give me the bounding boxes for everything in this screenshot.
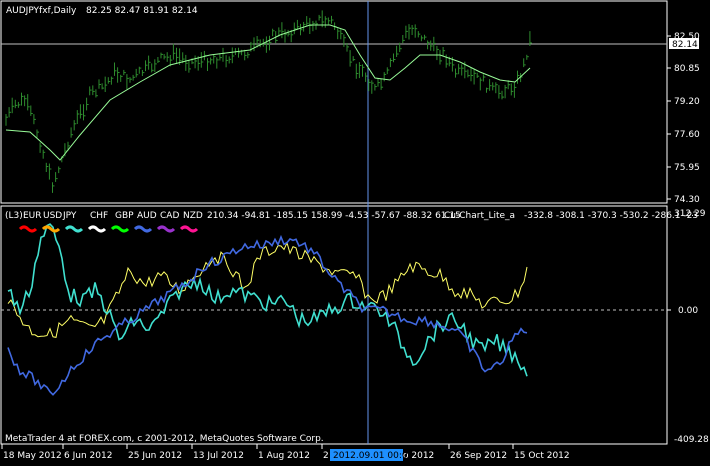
price-y-tick: 80.85 (674, 64, 700, 74)
price-panel-frame (0, 0, 668, 204)
x-tick-label: 6 Jun 2012 (64, 451, 112, 461)
legend-label-chf: CHF (90, 211, 108, 221)
legend-label-nzd: NZD (183, 211, 203, 221)
price-header-ohlc: 82.25 82.47 81.91 82.14 (86, 6, 198, 16)
price-y-axis: 82.50 80.85 79.20 77.60 75.95 74.30 (667, 32, 700, 205)
current-price-label: 82.14 (672, 40, 698, 50)
indicator-header-values: 210.34 -94.81 -185.15 158.99 -4.53 -57.6… (207, 211, 461, 221)
x-tick-label: 1 Aug 2012 (258, 451, 310, 461)
x-tick-label: 25 Jun 2012 (128, 451, 182, 461)
legend-swatch-nzd (179, 225, 199, 233)
indicator-header-values-2: -332.8 -308.1 -370.3 -530.2 -286.1 -23 (524, 211, 698, 221)
legend-label-eur: EUR (23, 211, 42, 221)
legend-swatch-jpy (64, 225, 84, 233)
indicator-y-axis: 312.29 0.00 -409.28 (667, 209, 709, 445)
x-tick-label: 13 Jul 2012 (193, 451, 244, 461)
legend-swatch-gbp (110, 225, 130, 233)
indicator-header-prefix: (L3) (5, 211, 23, 221)
x-tick-label: 15 Oct 2012 (514, 451, 570, 461)
legend-swatch-eur (18, 225, 38, 233)
price-y-tick: 75.95 (674, 163, 700, 173)
legend-swatch-aud (133, 225, 153, 233)
x-axis: 18 May 2012 6 Jun 2012 25 Jun 2012 13 Ju… (1, 444, 570, 461)
legend-swatch-chf (87, 225, 107, 233)
legend-label-aud: AUD (137, 211, 157, 221)
moving-average-line (5, 24, 531, 161)
indicator-legend-labels: EUR USD JPY CHF GBP AUD CAD NZD (23, 211, 203, 221)
indicator-y-tick: 0.00 (678, 306, 698, 316)
indicator-y-tick: -409.28 (674, 435, 709, 445)
legend-label-cad: CAD (160, 211, 179, 221)
x-tick-label: 26 Sep 2012 (450, 451, 507, 461)
x-tick-label: 2 (323, 451, 329, 461)
price-candles (5, 10, 532, 193)
x-tick-label: 18 May 2012 (3, 451, 62, 461)
chart-canvas[interactable]: AUDJPYfxf,Daily 82.25 82.47 81.91 82.14 … (0, 0, 710, 466)
price-y-tick: 74.30 (674, 195, 700, 205)
indicator-header-label: Cu-Chart_Lite_a (444, 211, 515, 221)
price-header-symbol: AUDJPYfxf,Daily (6, 6, 77, 16)
legend-label-gbp: GBP (115, 211, 134, 221)
indicator-y-tick: 312.29 (674, 209, 706, 219)
legend-label-usd: USD (43, 211, 62, 221)
metatrader-chart-window: AUDJPYfxf,Daily 82.25 82.47 81.91 82.14 … (0, 0, 710, 466)
legend-swatch-cad (156, 225, 176, 233)
copyright-text: MetaTrader 4 at FOREX.com, c 2001-2012, … (5, 434, 324, 444)
legend-label-jpy: JPY (62, 211, 77, 221)
series-line-yellow (7, 241, 528, 338)
indicator-panel-frame (0, 205, 668, 445)
crosshair-date-label: 2012.09.01 00:00 (333, 451, 414, 461)
price-y-tick: 79.20 (674, 97, 700, 107)
price-y-tick: 77.60 (674, 130, 700, 140)
